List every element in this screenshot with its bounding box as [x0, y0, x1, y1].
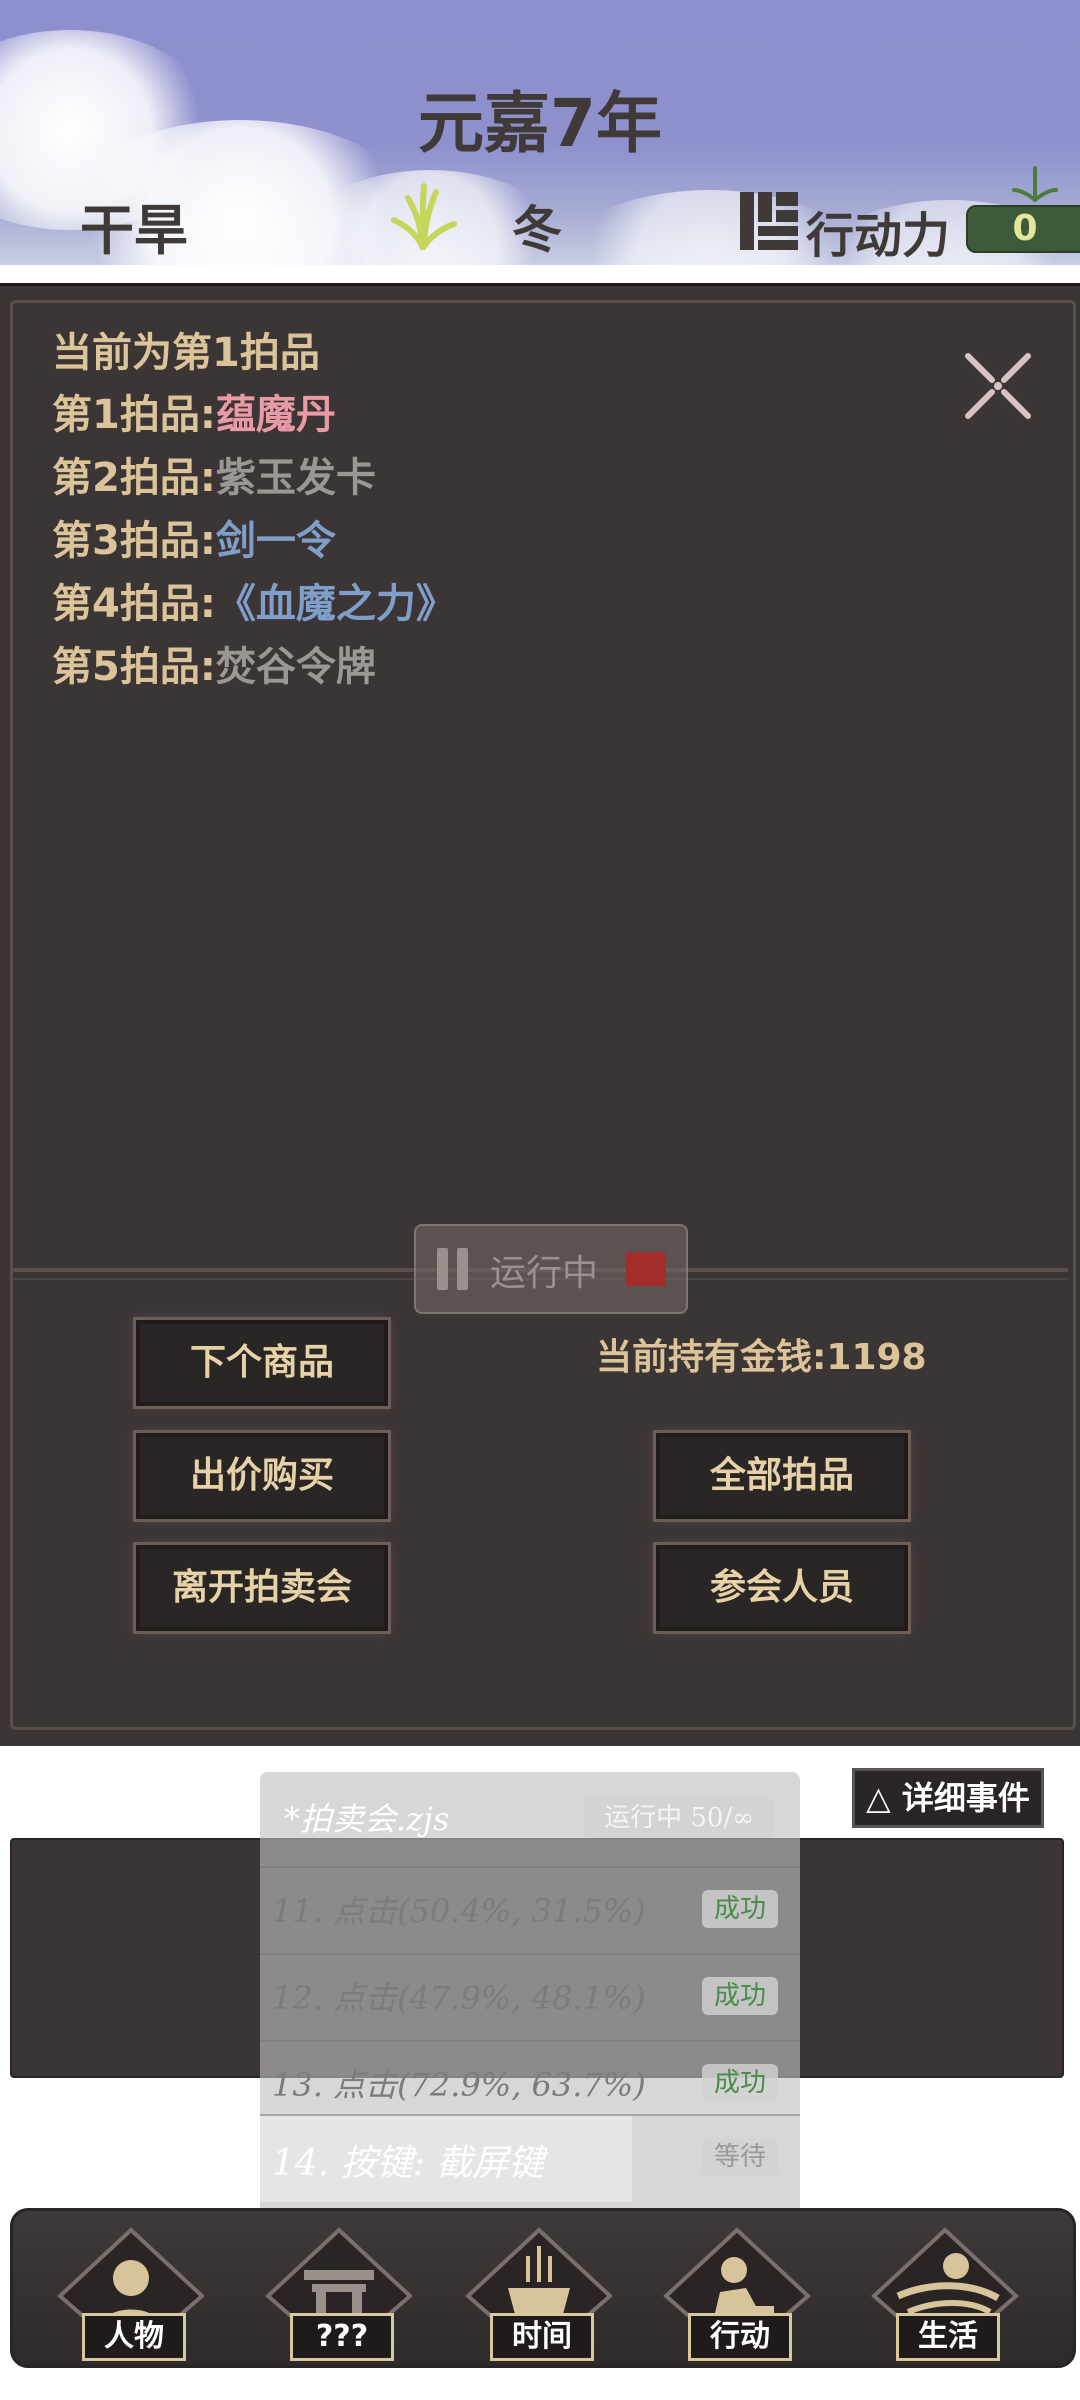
stop-icon[interactable] [626, 1252, 666, 1286]
lot-line-1: 第1拍品:蕴魔丹 [52, 392, 336, 438]
nav-label: 时间 [490, 2313, 594, 2361]
step-text: 14. 按键: 截屏键 [272, 2143, 545, 2184]
step-text: 11. 点击(50.4%, 31.5%) [272, 1892, 646, 1930]
running-label: 运行中 [490, 1253, 599, 1294]
year-title: 元嘉7年 [418, 85, 662, 162]
nav-time[interactable]: 时间 [464, 2226, 614, 2361]
step-text: 12. 点击(47.9%, 48.1%) [272, 1979, 646, 2017]
attendees-button[interactable]: 参会人员 [653, 1542, 911, 1634]
all-lots-button[interactable]: 全部拍品 [653, 1430, 911, 1522]
action-points-icon [740, 192, 798, 250]
step-text: 13. 点击(72.9%, 63.7%) [272, 2066, 646, 2104]
step-state-badge: 成功 [702, 1890, 778, 1928]
nav-unknown[interactable]: ??? [264, 2226, 414, 2361]
nav-character[interactable]: 人物 [56, 2226, 206, 2361]
script-step: 12. 点击(47.9%, 48.1%) 成功 [260, 1953, 800, 2039]
sprout-icon [1012, 166, 1058, 202]
script-name: *拍卖会.zjs [284, 1800, 450, 1838]
nav-label: 行动 [688, 2313, 792, 2361]
step-state-badge: 等待 [702, 2138, 778, 2176]
next-item-button[interactable]: 下个商品 [133, 1317, 391, 1409]
action-points-value: 0 [966, 205, 1080, 253]
lot-name: 《血魔之力》 [215, 581, 456, 627]
lot-name: 蕴魔丹 [215, 392, 336, 438]
lot-name: 剑一令 [215, 518, 336, 564]
nav-label: 生活 [896, 2313, 1000, 2361]
lot-name: 紫玉发卡 [215, 455, 376, 501]
season-label: 冬 [512, 201, 562, 259]
step-state-badge: 成功 [702, 1977, 778, 2015]
nav-label: 人物 [82, 2313, 186, 2361]
action-points-label: 行动力 [806, 208, 951, 264]
lot-line-5: 第5拍品:焚谷令牌 [52, 644, 376, 690]
script-status-badge: 运行中 50/∞ [584, 1798, 774, 1838]
lot-line-2: 第2拍品:紫玉发卡 [52, 455, 376, 501]
script-step-active: 14. 按键: 截屏键 等待 [260, 2114, 800, 2204]
lot-name: 焚谷令牌 [215, 644, 376, 690]
script-step: 11. 点击(50.4%, 31.5%) 成功 [260, 1866, 800, 1952]
lot-line-3: 第3拍品:剑一令 [52, 518, 336, 564]
current-lot-text: 当前为第1拍品 [52, 330, 320, 376]
pause-icon[interactable] [435, 1248, 471, 1290]
plant-icon [391, 183, 457, 250]
step-state-badge: 成功 [702, 2064, 778, 2102]
lot-line-4: 第4拍品:《血魔之力》 [52, 581, 456, 627]
nav-life[interactable]: 生活 [870, 2226, 1020, 2361]
nav-action[interactable]: 行动 [662, 2226, 812, 2361]
nav-label: ??? [290, 2313, 394, 2361]
bid-button[interactable]: 出价购买 [133, 1430, 391, 1522]
close-icon[interactable] [962, 350, 1034, 422]
detail-events-button[interactable]: △ 详细事件 [852, 1768, 1044, 1828]
leave-auction-button[interactable]: 离开拍卖会 [133, 1542, 391, 1634]
weather-label: 干旱 [80, 199, 188, 262]
money-display: 当前持有金钱:1198 [596, 1337, 927, 1378]
